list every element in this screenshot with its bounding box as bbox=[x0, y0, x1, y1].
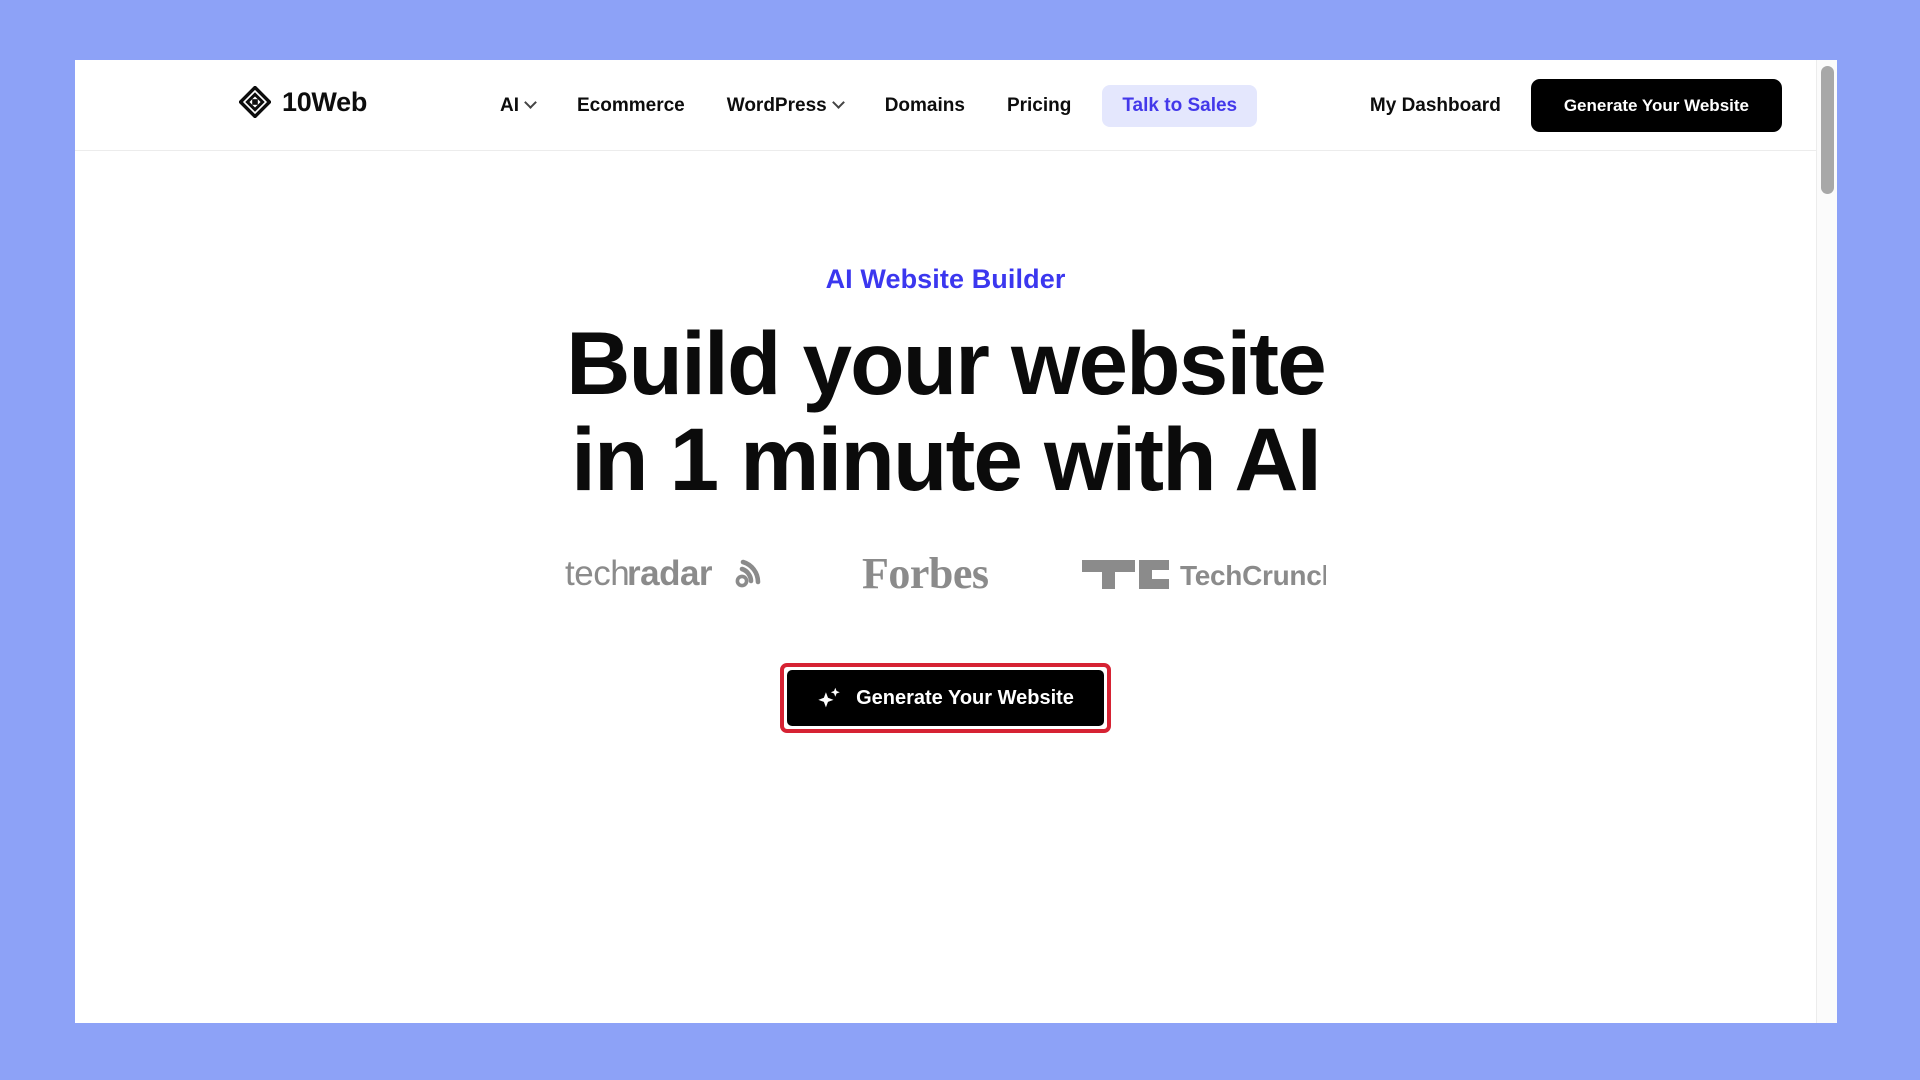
nav-label-wordpress: WordPress bbox=[726, 94, 827, 116]
header-generate-website-button[interactable]: Generate Your Website bbox=[1530, 79, 1782, 132]
hero-cta-highlight-box: Generate Your Website bbox=[780, 663, 1111, 734]
nav-item-domains[interactable]: Domains bbox=[864, 85, 986, 127]
vertical-scrollbar-track[interactable] bbox=[1816, 60, 1837, 1023]
header-actions: My Dashboard Generate Your Website bbox=[1340, 60, 1782, 151]
chevron-down-icon bbox=[524, 96, 537, 109]
nav-item-ai[interactable]: AI bbox=[479, 85, 556, 127]
hero-cta-label: Generate Your Website bbox=[856, 686, 1074, 709]
nav-label-domains: Domains bbox=[884, 94, 965, 116]
browser-viewport: 10Web AI Ecommerce WordPress Domains Pri… bbox=[75, 60, 1837, 1023]
my-dashboard-link[interactable]: My Dashboard bbox=[1340, 95, 1531, 117]
page-content: 10Web AI Ecommerce WordPress Domains Pri… bbox=[75, 60, 1816, 1023]
brand-name: 10Web bbox=[282, 86, 368, 117]
press-logos-row: tech radar Forbes TechCrunch bbox=[75, 551, 1816, 597]
chevron-down-icon bbox=[831, 96, 845, 109]
nav-item-wordpress[interactable]: WordPress bbox=[706, 85, 864, 127]
hero-title-line-2: in 1 minute with AI bbox=[571, 409, 1321, 510]
nav-item-talk-to-sales[interactable]: Talk to Sales bbox=[1102, 84, 1258, 127]
svg-text:tech: tech bbox=[565, 554, 629, 593]
hero-eyebrow: AI Website Builder bbox=[825, 264, 1066, 294]
svg-text:Forbes: Forbes bbox=[862, 551, 989, 597]
hero-generate-website-button[interactable]: Generate Your Website bbox=[787, 670, 1104, 727]
nav-label-ai: AI bbox=[500, 94, 519, 116]
nav-label-talk-to-sales: Talk to Sales bbox=[1122, 94, 1238, 116]
site-header: 10Web AI Ecommerce WordPress Domains Pri… bbox=[75, 60, 1816, 151]
techcrunch-logo: TechCrunch bbox=[1082, 560, 1326, 591]
brand-logo-link[interactable]: 10Web bbox=[239, 86, 367, 118]
techradar-logo: tech radar bbox=[565, 554, 761, 593]
nav-item-ecommerce[interactable]: Ecommerce bbox=[556, 85, 706, 127]
svg-text:radar: radar bbox=[627, 554, 713, 593]
hero-title-line-1: Build your website bbox=[566, 313, 1327, 413]
nav-item-pricing[interactable]: Pricing bbox=[986, 85, 1092, 127]
hero-cta-wrapper: Generate Your Website bbox=[75, 663, 1816, 734]
sparkle-icon bbox=[818, 687, 840, 708]
diamond-logo-icon bbox=[239, 86, 271, 118]
svg-text:TechCrunch: TechCrunch bbox=[1180, 560, 1326, 591]
main-navigation: AI Ecommerce WordPress Domains Pricing T… bbox=[479, 60, 1258, 151]
nav-label-ecommerce: Ecommerce bbox=[577, 94, 685, 116]
nav-label-pricing: Pricing bbox=[1006, 94, 1072, 116]
forbes-logo: Forbes bbox=[862, 551, 989, 597]
hero-title: Build your website in 1 minute with AI bbox=[75, 315, 1816, 507]
hero-section: AI Website Builder Build your website in… bbox=[75, 264, 1816, 1023]
vertical-scrollbar-thumb[interactable] bbox=[1821, 66, 1834, 194]
